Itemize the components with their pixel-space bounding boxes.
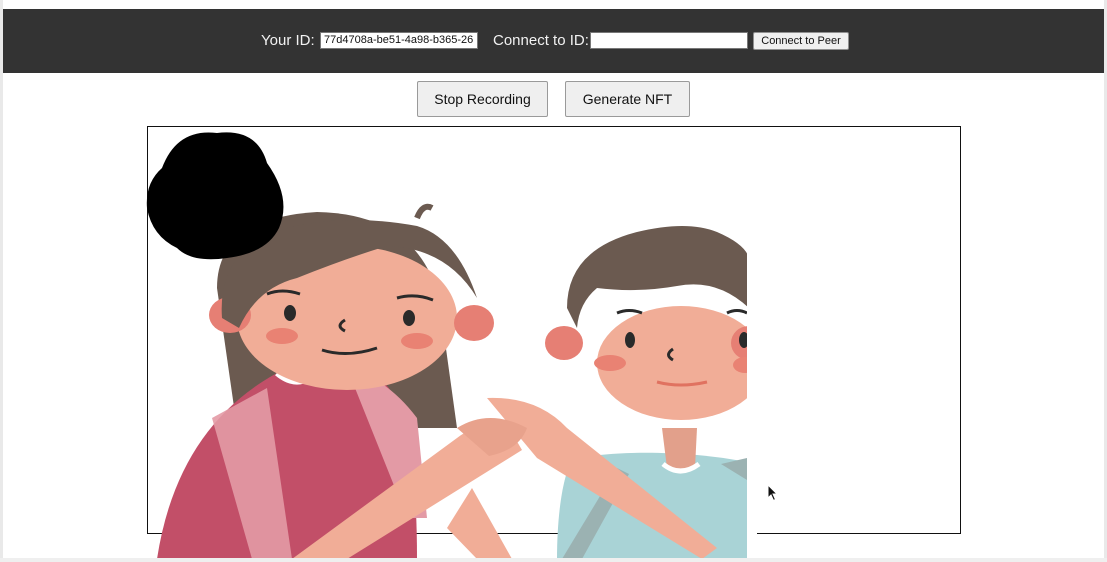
peer-id-input[interactable] xyxy=(590,32,748,49)
your-id-field[interactable] xyxy=(320,32,478,49)
stop-recording-button[interactable]: Stop Recording xyxy=(417,81,548,117)
your-id-label: Your ID: xyxy=(261,32,315,49)
window-left-edge xyxy=(0,0,3,562)
peer-header-bar: Your ID: Connect to ID: Connect to Peer xyxy=(3,9,1104,73)
connect-to-id-label: Connect to ID: xyxy=(493,32,589,49)
generate-nft-button[interactable]: Generate NFT xyxy=(565,81,690,117)
girl-figure xyxy=(157,203,494,559)
connect-to-peer-button[interactable]: Connect to Peer xyxy=(753,32,849,50)
redacted-scribble xyxy=(146,132,284,260)
mouse-cursor-icon xyxy=(767,484,779,502)
window-bottom-edge xyxy=(0,558,1107,562)
kids-illustration xyxy=(146,132,757,559)
